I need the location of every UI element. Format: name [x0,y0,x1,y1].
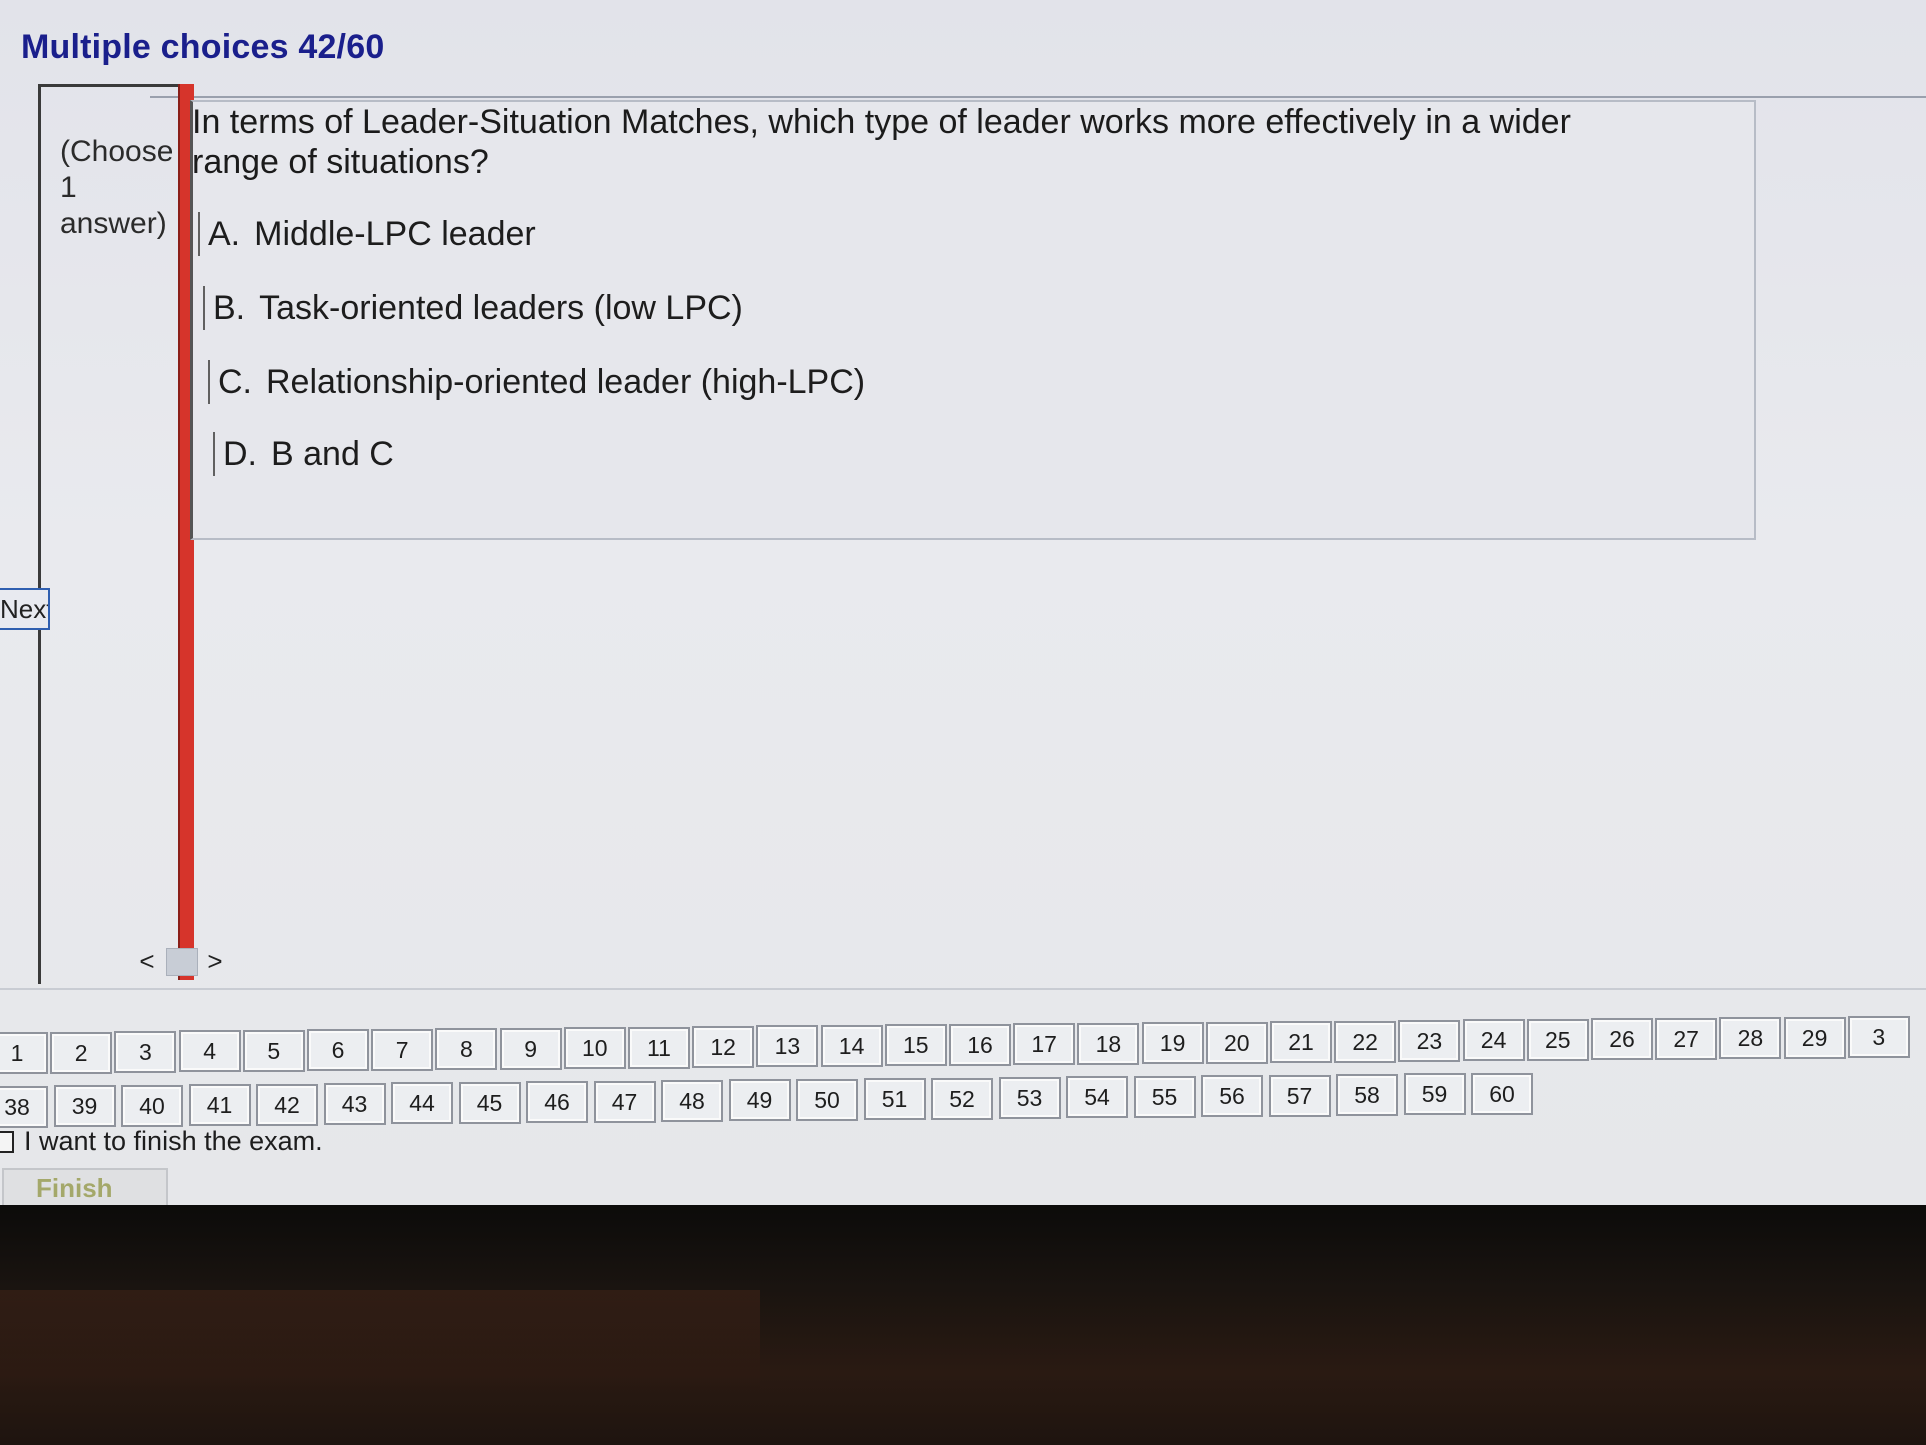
scroll-arrows: < > [130,944,230,978]
question-number-button[interactable]: 17 [1013,1023,1076,1066]
next-button[interactable]: Next [0,588,50,630]
question-number-button[interactable]: 21 [1270,1021,1332,1063]
question-number-button[interactable]: 44 [391,1082,453,1125]
page-title: Multiple choices 42/60 [21,28,385,66]
option-label: Middle-LPC leader [254,215,536,253]
question-number-button[interactable]: 47 [593,1080,656,1123]
scroll-thumb[interactable] [166,948,198,976]
question-number-button[interactable]: 46 [526,1081,588,1124]
question-number-button[interactable]: 3 [114,1030,177,1073]
question-number-button[interactable]: 4 [178,1030,241,1073]
finish-checkbox[interactable] [0,1131,14,1153]
question-number-button[interactable]: 8 [435,1028,498,1071]
question-number-button[interactable]: 27 [1655,1017,1718,1060]
question-number-button[interactable]: 12 [692,1026,755,1068]
question-number-button[interactable]: 26 [1591,1018,1653,1061]
question-number-button[interactable]: 13 [756,1025,819,1068]
question-number-button[interactable]: 56 [1201,1075,1263,1118]
header-divider [150,96,1926,98]
question-number-button[interactable]: 49 [728,1079,791,1122]
desk-background-detail [0,1290,760,1390]
question-number-button[interactable]: 23 [1398,1019,1461,1062]
question-number-button[interactable]: 45 [458,1081,521,1124]
option-letter: C. [218,363,252,401]
question-number-button[interactable]: 19 [1141,1022,1204,1065]
question-number-button[interactable]: 11 [628,1026,690,1069]
question-number-button[interactable]: 15 [884,1024,947,1067]
question-number-button[interactable]: 2 [50,1031,113,1074]
question-number-button[interactable]: 60 [1471,1072,1533,1115]
question-number-button[interactable]: 40 [121,1084,183,1127]
question-number-button[interactable]: 39 [53,1085,116,1128]
section-divider [0,988,1926,990]
finish-button[interactable]: Finish [2,1168,168,1205]
question-number-button[interactable]: 14 [820,1024,883,1067]
question-number-button[interactable]: 52 [931,1077,993,1120]
option-b[interactable]: B. Task-oriented leaders (low LPC) [203,286,743,330]
question-number-button[interactable]: 1 [0,1032,48,1074]
option-letter: A. [208,215,241,253]
chevron-right-icon[interactable]: > [204,946,226,976]
question-number-button[interactable]: 53 [998,1077,1061,1119]
question-number-button[interactable]: 59 [1403,1073,1466,1116]
question-number-button[interactable]: 29 [1783,1016,1846,1059]
question-number-button[interactable]: 22 [1334,1020,1397,1063]
question-number-button[interactable]: 3 [1847,1016,1910,1058]
option-label: Relationship-oriented leader (high-LPC) [266,363,866,401]
question-text: In terms of Leader-Situation Matches, wh… [192,103,1571,181]
question-number-button[interactable]: 18 [1077,1022,1140,1065]
question-number-button[interactable]: 10 [563,1027,626,1069]
question-number-button[interactable]: 42 [256,1083,318,1126]
question-number-button[interactable]: 54 [1066,1076,1128,1119]
question-number-button[interactable]: 55 [1133,1075,1196,1118]
option-c[interactable]: C. Relationship-oriented leader (high-LPC… [208,360,865,404]
question-number-button[interactable]: 41 [188,1084,251,1127]
question-number-button[interactable]: 9 [499,1027,562,1070]
question-number-button[interactable]: 25 [1526,1018,1589,1061]
option-d[interactable]: D. B and C [213,432,394,476]
question-number-button[interactable]: 6 [307,1029,369,1072]
option-letter: B. [213,289,246,327]
option-label: B and C [271,435,394,473]
question-number-button[interactable]: 57 [1268,1074,1331,1117]
exam-screen: Multiple choices 42/60 (Choose 1 answer)… [0,0,1926,1205]
question-number-button[interactable]: 5 [242,1029,305,1072]
choose-hint: (Choose 1 answer) [60,135,172,240]
option-a[interactable]: A. Middle-LPC leader [198,212,536,256]
question-number-button[interactable]: 50 [796,1078,858,1121]
chevron-left-icon[interactable]: < [136,946,158,976]
finish-checkbox-label: I want to finish the exam. [24,1126,323,1156]
option-label: Task-oriented leaders (low LPC) [259,289,743,327]
question-number-button[interactable]: 16 [949,1023,1011,1066]
question-number-button[interactable]: 38 [0,1086,48,1128]
question-number-button[interactable]: 43 [323,1083,386,1125]
question-number-button[interactable]: 28 [1719,1017,1782,1060]
option-letter: D. [223,435,257,473]
question-number-button[interactable]: 48 [661,1080,723,1122]
question-number-button[interactable]: 7 [371,1028,434,1071]
question-number-button[interactable]: 20 [1205,1021,1268,1064]
question-number-button[interactable]: 51 [863,1078,926,1121]
question-number-button[interactable]: 58 [1336,1074,1398,1116]
question-number-button[interactable]: 24 [1462,1019,1525,1062]
